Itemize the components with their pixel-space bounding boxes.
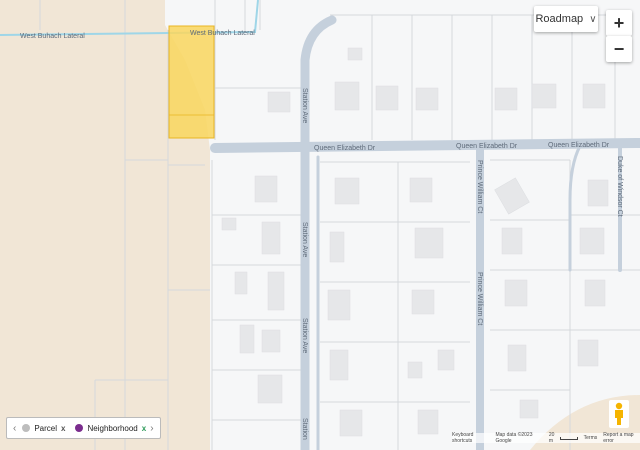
neighborhood-layer-dot-icon: [75, 424, 84, 432]
street-label-station-ave-2: Station Ave: [301, 222, 308, 257]
map-attribution-bar: Keyboard shortcuts Map data ©2023 Google…: [452, 432, 640, 444]
map-canvas[interactable]: West Buhach Lateral West Buhach Lateral …: [0, 0, 640, 450]
zoom-out-button[interactable]: −: [606, 36, 632, 62]
remove-neighborhood-layer-button[interactable]: x: [142, 424, 146, 433]
map-type-control[interactable]: Roadmap ∨: [534, 6, 598, 32]
highlighted-parcel[interactable]: [168, 25, 215, 139]
map-type-label: Roadmap: [535, 13, 584, 25]
scale-label: 20 m: [548, 432, 555, 444]
street-label-duke-of-windsor: Duke of Windsor Ct: [616, 156, 623, 217]
legend-prev-arrow[interactable]: ‹: [13, 423, 16, 434]
street-label-prince-william-1: Prince William Ct: [476, 160, 483, 213]
map-data-credit: Map data ©2023 Google: [495, 432, 533, 444]
street-label-station-ave-4: Station: [301, 418, 308, 440]
pegman-head: [615, 402, 623, 410]
street-label-station-ave-1: Station Ave: [301, 88, 308, 123]
scale-bar-line: [560, 436, 578, 440]
street-label-station-ave-3: Station Ave: [301, 318, 308, 353]
terms-link[interactable]: Terms: [584, 435, 598, 441]
report-map-error-link[interactable]: Report a map error: [603, 432, 640, 444]
legend-item-neighborhood: Neighborhood: [87, 423, 138, 433]
street-label-west-buhach-1: West Buhach Lateral: [20, 33, 85, 40]
street-label-queen-elizabeth-1: Queen Elizabeth Dr: [314, 145, 376, 152]
layer-legend: ‹ Parcel x Neighborhood x ›: [6, 417, 161, 439]
street-label-queen-elizabeth-2: Queen Elizabeth Dr: [456, 143, 518, 150]
remove-parcel-layer-button[interactable]: x: [61, 424, 65, 433]
zoom-in-button[interactable]: +: [606, 10, 632, 36]
street-label-west-buhach-2: West Buhach Lateral: [190, 30, 255, 37]
legend-next-arrow[interactable]: ›: [150, 423, 153, 434]
keyboard-shortcuts-link[interactable]: Keyboard shortcuts: [452, 432, 489, 444]
street-label-queen-elizabeth-3: Queen Elizabeth Dr: [548, 142, 610, 149]
chevron-down-icon: ∨: [589, 13, 597, 25]
scale-bar: 20 m: [549, 432, 578, 444]
parcel-layer-dot-icon: [22, 424, 31, 432]
legend-item-parcel: Parcel: [34, 423, 58, 433]
street-view-pegman-icon[interactable]: [609, 400, 629, 428]
street-label-prince-william-2: Prince William Ct: [476, 272, 483, 325]
